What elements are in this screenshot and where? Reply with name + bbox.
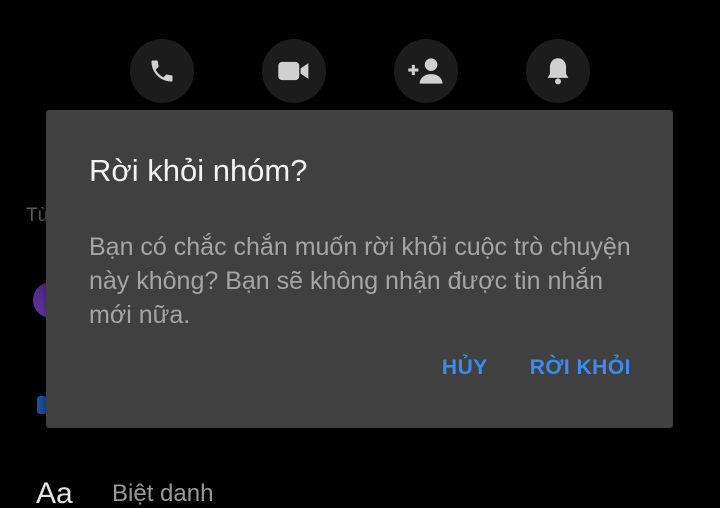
nickname-row[interactable]: Aa Biệt danh — [36, 474, 213, 508]
dialog-message: Bạn có chắc chắn muốn rời khỏi cuộc trò … — [89, 233, 631, 329]
leave-button[interactable]: RỜI KHỎI — [530, 353, 631, 383]
section-label: Tù — [26, 205, 46, 226]
dialog-title: Rời khỏi nhóm? — [89, 153, 308, 188]
add-person-icon — [408, 58, 443, 84]
nickname-label: Biệt danh — [112, 480, 214, 507]
leave-group-dialog: Rời khỏi nhóm? Bạn có chắc chắn muốn rời… — [46, 110, 673, 428]
action-row — [0, 39, 720, 103]
phone-icon — [151, 60, 173, 82]
cancel-button[interactable]: HỦY — [442, 353, 488, 383]
call-button[interactable] — [130, 39, 194, 103]
video-camera-icon — [278, 61, 309, 81]
dialog-actions: HỦY RỜI KHỎI — [442, 353, 631, 383]
notifications-button[interactable] — [526, 39, 590, 103]
text-style-icon: Aa — [36, 477, 73, 508]
add-member-button[interactable] — [394, 39, 458, 103]
video-call-button[interactable] — [262, 39, 326, 103]
bell-icon — [547, 58, 569, 85]
screen: Tù Aa Biệt danh Rời khỏi nhóm? Bạn có ch… — [0, 0, 720, 508]
